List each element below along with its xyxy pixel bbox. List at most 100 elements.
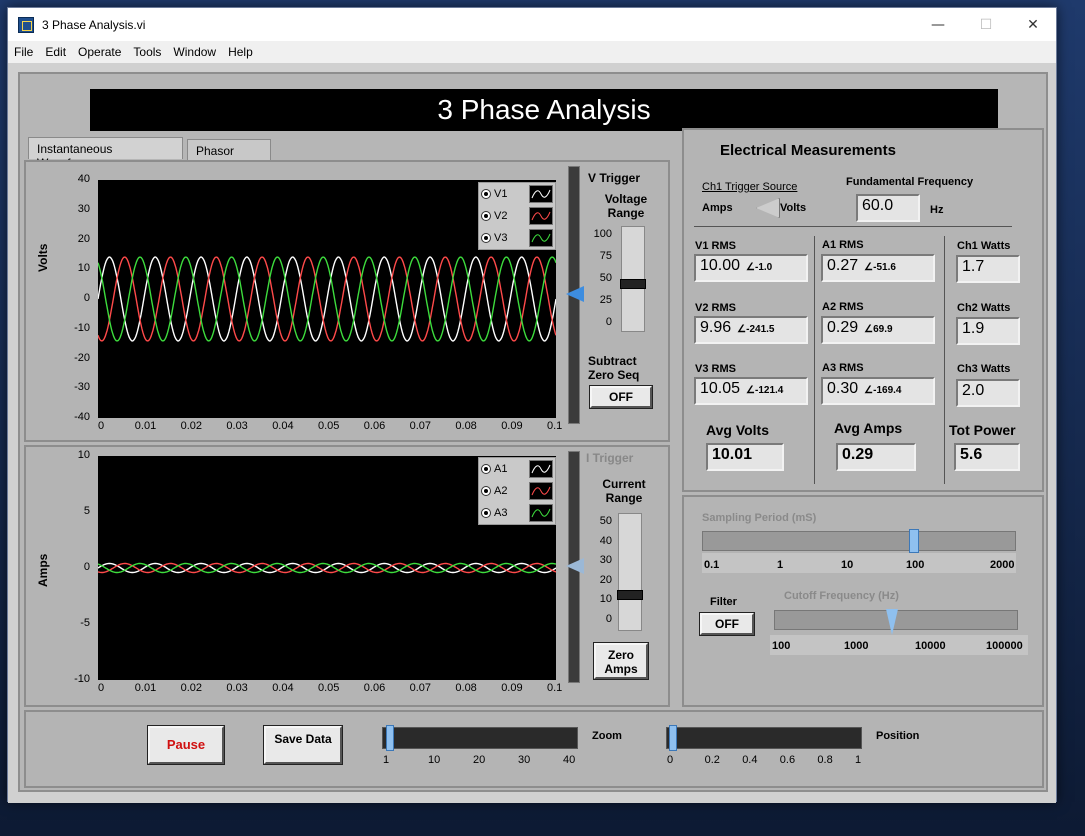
tot-power-label: Tot Power	[949, 422, 1016, 438]
trigger-source-label: Ch1 Trigger Source	[702, 181, 798, 193]
volts-y-tick-1: 30	[77, 202, 90, 215]
amps-legend: A1 A2 A3	[478, 457, 556, 525]
v2-rms-value: 9.96	[700, 319, 732, 336]
menu-help[interactable]: Help	[222, 45, 259, 59]
i-trigger-pointer-icon[interactable]	[566, 558, 584, 574]
close-button[interactable]: ✕	[1010, 8, 1056, 41]
menu-tools[interactable]: Tools	[127, 45, 167, 59]
position-tick-1: 0.2	[704, 754, 720, 766]
legend-a1-swatch	[529, 460, 553, 478]
ch1-watts-indicator: 1.7	[956, 255, 1020, 283]
cutoff-slider-thumb[interactable]	[886, 609, 898, 635]
sampling-slider-thumb[interactable]	[909, 529, 919, 553]
legend-v1[interactable]: V1	[481, 184, 507, 204]
menu-bar: File Edit Operate Tools Window Help	[8, 41, 1056, 63]
cutoff-scale-2: 10000	[915, 640, 946, 652]
series-a1-line	[97, 562, 557, 574]
v-trigger-pointer-icon[interactable]	[566, 286, 584, 302]
a3-rms-value: 0.30	[827, 380, 859, 397]
series-v1-line	[97, 256, 557, 342]
measurements-frame: Electrical Measurements Ch1 Trigger Sour…	[682, 128, 1044, 492]
subtract-zero-seq-button[interactable]: OFF	[589, 385, 653, 409]
cutoff-scale-1: 1000	[844, 640, 869, 652]
amps-x-tick-2: 0.02	[180, 682, 203, 694]
amps-x-tick-4: 0.04	[272, 682, 294, 694]
trigger-source-toggle[interactable]	[756, 198, 780, 218]
zoom-tick-3: 30	[518, 754, 531, 766]
legend-v2[interactable]: V2	[481, 206, 507, 226]
volts-legend: V1 V2 V3	[478, 182, 556, 250]
title-bar: 3 Phase Analysis.vi — ☐ ✕	[8, 8, 1056, 41]
current-range-tick-4: 10	[599, 593, 612, 606]
a2-rms-value: 0.29	[827, 319, 859, 336]
menu-operate[interactable]: Operate	[72, 45, 127, 59]
v3-angle-value: -121.4	[755, 385, 784, 396]
minimize-button[interactable]: —	[915, 8, 961, 41]
sampling-period-slider[interactable]	[702, 531, 1016, 551]
current-range-tick-2: 30	[599, 554, 612, 567]
sampling-scale-1: 1	[777, 559, 784, 571]
v1-angle-value: -1.0	[755, 262, 773, 273]
amps-x-tick-8: 0.08	[455, 682, 477, 694]
volts-graph-frame: Volts 40 30 20 10 0 -10 -20 -30 -40 0 0.01 0.02 0.0…	[24, 160, 670, 442]
legend-a2-swatch	[529, 482, 553, 500]
tot-power-indicator: 5.6	[954, 443, 1020, 471]
filter-toggle-button[interactable]: OFF	[699, 612, 755, 636]
volts-y-tick-5: -10	[74, 321, 90, 334]
a2-rms-label: A2 RMS	[822, 301, 864, 313]
zero-amps-button[interactable]: Zero Amps	[593, 642, 649, 680]
legend-a2[interactable]: A2	[481, 481, 507, 501]
cutoff-scale-0: 100	[772, 640, 791, 652]
legend-a3[interactable]: A3	[481, 503, 507, 523]
angle-icon: ∠	[864, 324, 874, 335]
pause-button[interactable]: Pause	[147, 725, 225, 765]
sampling-scale-bg	[702, 553, 1016, 573]
avg-volts-indicator: 10.01	[706, 443, 784, 471]
position-tick-2: 0.4	[742, 754, 758, 766]
legend-v3[interactable]: V3	[481, 228, 507, 248]
tab-phasor-view[interactable]: Phasor View	[187, 139, 271, 172]
voltage-range-tick-4: 0	[605, 316, 612, 328]
slider-thumb[interactable]	[617, 590, 643, 600]
zoom-slider[interactable]	[382, 727, 578, 749]
menu-edit[interactable]: Edit	[39, 45, 72, 59]
legend-a1[interactable]: A1	[481, 459, 507, 479]
position-tick-0: 0	[667, 754, 674, 766]
amps-x-tick-9: 0.09	[501, 682, 523, 694]
angle-icon: ∠	[864, 262, 874, 273]
v-trigger-label: V Trigger	[588, 171, 641, 185]
sampling-scale-4: 2000	[990, 559, 1015, 571]
volts-x-tick-3: 0.03	[226, 420, 248, 432]
slider-thumb[interactable]	[620, 279, 646, 289]
v1-rms-indicator: 10.00 ∠-1.0	[694, 254, 808, 282]
menu-file[interactable]: File	[8, 45, 39, 59]
sampling-scale-2: 10	[841, 559, 854, 571]
current-range-tick-5: 0	[605, 613, 612, 625]
menu-window[interactable]: Window	[167, 45, 222, 59]
current-range-label: Current Range	[602, 477, 646, 505]
maximize-button[interactable]: ☐	[963, 8, 1009, 41]
measurements-title: Electrical Measurements	[720, 142, 896, 159]
current-range-tick-1: 40	[599, 534, 612, 547]
voltage-range-slider[interactable]	[620, 226, 646, 332]
tab-instantaneous-waveforms[interactable]: Instantaneous Waveforms	[28, 137, 183, 170]
i-trigger-label: I Trigger	[586, 451, 634, 465]
front-panel: 3 Phase Analysis Instantaneous Waveforms…	[18, 72, 1048, 792]
a1-rms-label: A1 RMS	[822, 239, 864, 251]
trigger-amps-label: Amps	[702, 202, 733, 214]
legend-v1-swatch	[529, 185, 553, 203]
trigger-volts-label: Volts	[780, 202, 807, 214]
zoom-tick-4: 40	[563, 754, 576, 766]
sampling-scale-3: 100	[906, 559, 925, 571]
labview-app-icon	[18, 16, 34, 33]
save-data-button[interactable]: Save Data	[263, 725, 343, 765]
v2-rms-indicator: 9.96 ∠-241.5	[694, 316, 808, 344]
position-slider-thumb[interactable]	[669, 725, 677, 751]
ch2-watts-label: Ch2 Watts	[957, 302, 1011, 314]
current-range-slider[interactable]	[617, 513, 643, 631]
amps-y-tick-2: 0	[83, 561, 90, 573]
position-slider[interactable]	[666, 727, 862, 749]
legend-v2-swatch	[529, 207, 553, 225]
current-range-tick-0: 50	[599, 515, 612, 527]
zoom-slider-thumb[interactable]	[386, 725, 394, 751]
